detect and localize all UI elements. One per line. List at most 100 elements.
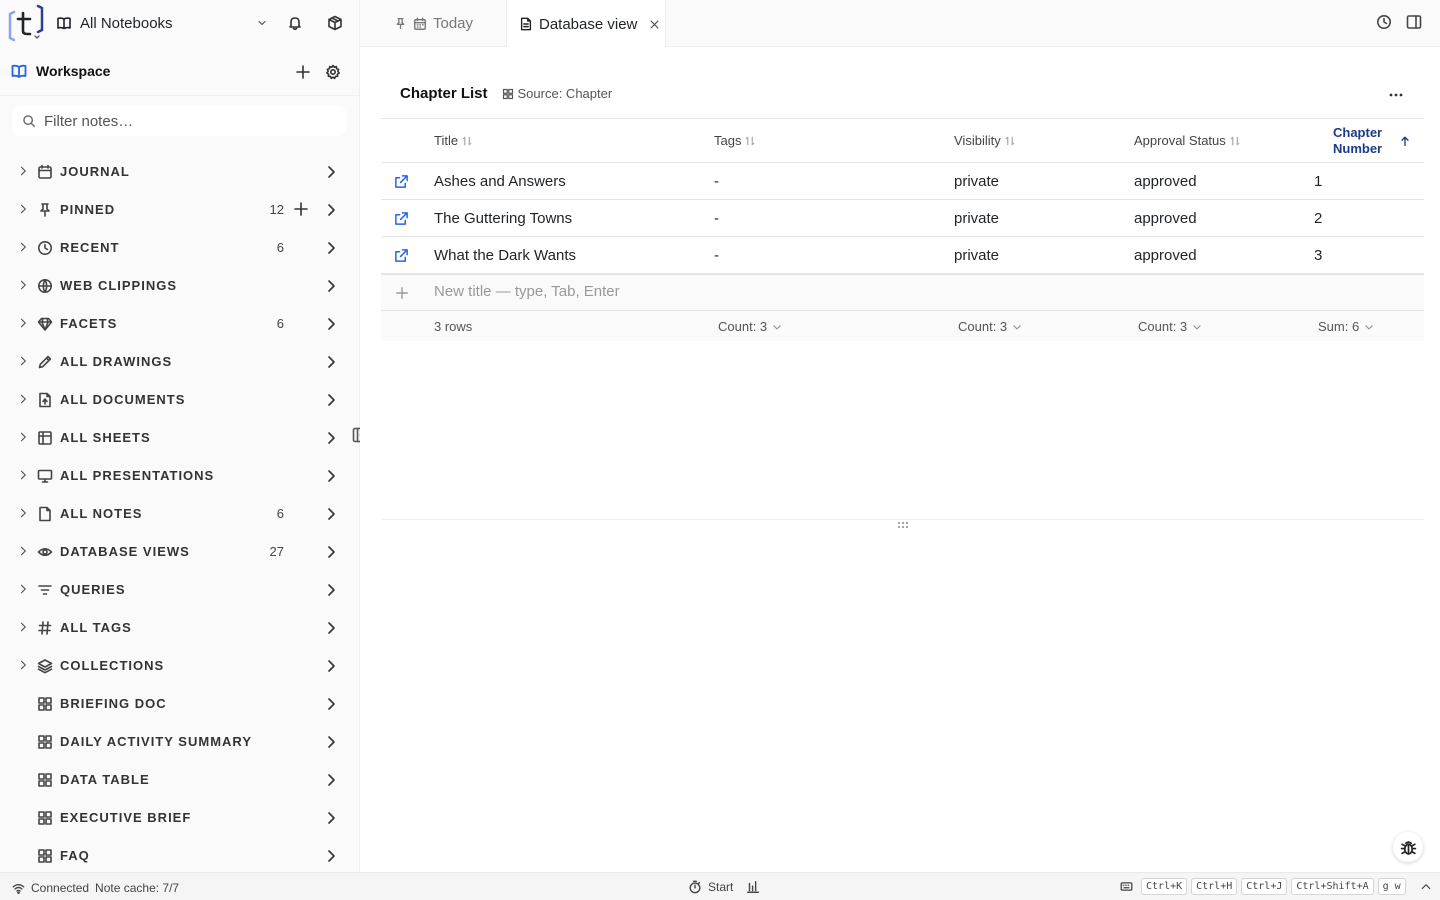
tab-today[interactable]: Today: [394, 0, 473, 47]
chevron-right-icon[interactable]: [323, 658, 339, 674]
cell-chapter-number[interactable]: 2: [1314, 210, 1322, 227]
chevron-right-icon[interactable]: [323, 316, 339, 332]
sidebar-item-executive-brief[interactable]: EXECUTIVE BRIEF: [0, 799, 359, 837]
chevron-right-icon[interactable]: [323, 240, 339, 256]
debug-button[interactable]: [1393, 832, 1423, 862]
notifications-button[interactable]: [285, 13, 305, 33]
close-icon[interactable]: [649, 19, 660, 30]
column-header-title[interactable]: Title: [434, 133, 473, 148]
chevron-right-icon[interactable]: [323, 354, 339, 370]
arrow-up-icon[interactable]: [1399, 135, 1411, 147]
cell-chapter-number[interactable]: 1: [1314, 173, 1322, 190]
view-more-button[interactable]: [1386, 85, 1406, 105]
chevron-right-icon[interactable]: [17, 165, 29, 177]
sidebar-item-queries[interactable]: QUERIES: [0, 571, 359, 609]
bar-chart-icon[interactable]: [746, 880, 760, 894]
cell-visibility[interactable]: private: [954, 247, 999, 264]
open-external-icon[interactable]: [394, 174, 409, 189]
sidebar-item-daily-activity-summary[interactable]: DAILY ACTIVITY SUMMARY: [0, 723, 359, 761]
chevron-right-icon[interactable]: [323, 696, 339, 712]
table-row[interactable]: Ashes and Answers - private approved 1: [381, 163, 1424, 200]
table-row[interactable]: What the Dark Wants - private approved 3: [381, 237, 1424, 274]
drag-handle-icon[interactable]: [897, 521, 909, 529]
cell-tags[interactable]: -: [714, 173, 719, 190]
toggle-right-panel-button[interactable]: [1406, 14, 1424, 32]
plus-icon[interactable]: [293, 201, 309, 217]
cell-tags[interactable]: -: [714, 210, 719, 227]
chevron-right-icon[interactable]: [323, 164, 339, 180]
cell-title[interactable]: Ashes and Answers: [434, 173, 566, 190]
chevron-right-icon[interactable]: [17, 317, 29, 329]
chevron-right-icon[interactable]: [17, 241, 29, 253]
sidebar-item-facets[interactable]: FACETS 6: [0, 305, 359, 343]
sidebar-item-all-presentations[interactable]: ALL PRESENTATIONS: [0, 457, 359, 495]
chevron-right-icon[interactable]: [17, 545, 29, 557]
chevron-right-icon[interactable]: [17, 659, 29, 671]
chevron-right-icon[interactable]: [323, 848, 339, 864]
chevron-right-icon[interactable]: [323, 772, 339, 788]
chevron-right-icon[interactable]: [323, 582, 339, 598]
add-note-button[interactable]: [293, 62, 313, 82]
sidebar-item-briefing-doc[interactable]: BRIEFING DOC: [0, 685, 359, 723]
sidebar-item-data-table[interactable]: DATA TABLE: [0, 761, 359, 799]
cell-tags[interactable]: -: [714, 247, 719, 264]
tab-database-view[interactable]: Database view: [506, 0, 666, 48]
chevron-up-icon[interactable]: [1420, 881, 1432, 893]
cell-approval-status[interactable]: approved: [1134, 210, 1197, 227]
timer-start-button[interactable]: Start: [688, 880, 733, 894]
sidebar-item-faq[interactable]: FAQ: [0, 837, 359, 872]
cell-title[interactable]: What the Dark Wants: [434, 247, 576, 264]
sidebar-item-pinned[interactable]: PINNED 12: [0, 191, 359, 229]
chevron-right-icon[interactable]: [323, 620, 339, 636]
sidebar-item-journal[interactable]: JOURNAL: [0, 153, 359, 191]
footer-tags-aggregate[interactable]: Count: 3: [718, 319, 782, 334]
cell-title[interactable]: The Guttering Towns: [434, 210, 572, 227]
chevron-right-icon[interactable]: [17, 469, 29, 481]
notebook-select[interactable]: All Notebooks: [56, 11, 268, 35]
chevron-right-icon[interactable]: [17, 507, 29, 519]
chevron-right-icon[interactable]: [323, 506, 339, 522]
chevron-right-icon[interactable]: [323, 202, 339, 218]
packages-button[interactable]: [325, 13, 345, 33]
chevron-right-icon[interactable]: [17, 621, 29, 633]
cell-approval-status[interactable]: approved: [1134, 247, 1197, 264]
open-external-icon[interactable]: [394, 248, 409, 263]
sidebar-item-all-documents[interactable]: ALL DOCUMENTS: [0, 381, 359, 419]
sidebar-item-all-sheets[interactable]: ALL SHEETS: [0, 419, 359, 457]
chevron-right-icon[interactable]: [323, 734, 339, 750]
footer-approval-aggregate[interactable]: Count: 3: [1138, 319, 1202, 334]
chevron-right-icon[interactable]: [17, 583, 29, 595]
chevron-right-icon[interactable]: [17, 203, 29, 215]
chevron-right-icon[interactable]: [17, 279, 29, 291]
filter-notes-input[interactable]: [44, 112, 324, 130]
column-header-chapter-number[interactable]: Chapter Number: [1333, 125, 1382, 157]
chevron-right-icon[interactable]: [323, 810, 339, 826]
chevron-right-icon[interactable]: [323, 468, 339, 484]
column-header-approval-status[interactable]: Approval Status: [1134, 133, 1241, 148]
sidebar-item-collections[interactable]: COLLECTIONS: [0, 647, 359, 685]
open-external-icon[interactable]: [394, 211, 409, 226]
table-row[interactable]: The Guttering Towns - private approved 2: [381, 200, 1424, 237]
chevron-right-icon[interactable]: [323, 430, 339, 446]
history-button[interactable]: [1376, 14, 1394, 32]
new-title-input[interactable]: [434, 283, 834, 300]
sidebar-item-database-views[interactable]: DATABASE VIEWS 27: [0, 533, 359, 571]
sidebar-item-all-drawings[interactable]: ALL DRAWINGS: [0, 343, 359, 381]
chevron-right-icon[interactable]: [323, 392, 339, 408]
cell-visibility[interactable]: private: [954, 173, 999, 190]
footer-number-aggregate[interactable]: Sum: 6: [1318, 319, 1374, 334]
chevron-right-icon[interactable]: [323, 544, 339, 560]
column-header-visibility[interactable]: Visibility: [954, 133, 1016, 148]
view-source[interactable]: Source: Chapter: [502, 86, 612, 101]
column-header-tags[interactable]: Tags: [714, 133, 756, 148]
cell-approval-status[interactable]: approved: [1134, 173, 1197, 190]
footer-visibility-aggregate[interactable]: Count: 3: [958, 319, 1022, 334]
sidebar-item-all-tags[interactable]: ALL TAGS: [0, 609, 359, 647]
chevron-right-icon[interactable]: [17, 431, 29, 443]
app-logo[interactable]: [8, 4, 44, 42]
cell-chapter-number[interactable]: 3: [1314, 247, 1322, 264]
workspace-settings-button[interactable]: [323, 62, 343, 82]
sidebar-item-recent[interactable]: RECENT 6: [0, 229, 359, 267]
chevron-right-icon[interactable]: [17, 393, 29, 405]
chevron-right-icon[interactable]: [323, 278, 339, 294]
